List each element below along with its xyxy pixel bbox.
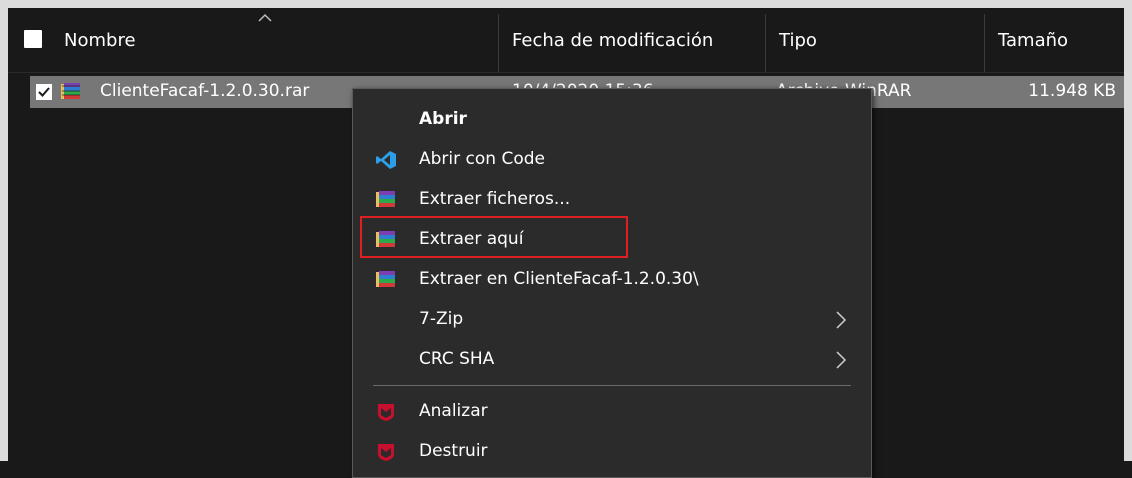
menu-item-label: Abrir — [419, 109, 467, 129]
file-name[interactable]: ClienteFacaf-1.2.0.30.rar — [100, 81, 309, 101]
vscode-icon — [376, 151, 396, 169]
window-frame-top — [0, 0, 1132, 8]
sort-ascending-icon — [258, 13, 272, 22]
menu-item-extraer-ficheros[interactable]: Extraer ficheros... — [353, 179, 871, 219]
menu-item-abrir-con-code[interactable]: Abrir con Code — [353, 139, 871, 179]
menu-separator — [373, 385, 851, 386]
mcafee-shield-icon — [378, 404, 394, 421]
menu-item-abrir[interactable]: Abrir — [353, 99, 871, 139]
window-frame-left — [0, 0, 8, 461]
chevron-right-icon — [836, 311, 847, 329]
menu-item-label: Abrir con Code — [419, 149, 545, 169]
highlight-annotation-box — [360, 216, 628, 258]
column-divider[interactable] — [498, 14, 499, 72]
menu-item-crc-sha[interactable]: CRC SHA — [353, 339, 871, 379]
menu-item-7zip[interactable]: 7-Zip — [353, 299, 871, 339]
winrar-file-icon — [61, 83, 80, 99]
menu-item-extraer-en[interactable]: Extraer en ClienteFacaf-1.2.0.30\ — [353, 259, 871, 299]
menu-item-label: Destruir — [419, 441, 488, 461]
column-modified[interactable]: Fecha de modificación — [512, 8, 713, 72]
column-size[interactable]: Tamaño — [998, 8, 1068, 72]
chevron-right-icon — [836, 351, 847, 369]
column-type[interactable]: Tipo — [779, 8, 817, 72]
row-checkbox[interactable] — [36, 84, 52, 100]
menu-item-label: Extraer en ClienteFacaf-1.2.0.30\ — [419, 269, 699, 289]
winrar-icon — [376, 191, 395, 207]
column-divider[interactable] — [984, 14, 985, 72]
file-size: 11.948 KB — [1028, 81, 1116, 101]
window-frame-right — [1124, 0, 1132, 461]
menu-item-label: CRC SHA — [419, 349, 495, 369]
checkmark-icon — [38, 87, 50, 97]
column-name[interactable]: Nombre — [64, 8, 136, 72]
menu-item-analizar[interactable]: Analizar — [353, 391, 871, 431]
context-menu: Abrir Abrir con Code Extraer ficheros...… — [352, 88, 872, 478]
menu-item-label: 7-Zip — [419, 309, 464, 329]
select-all-checkbox[interactable] — [24, 30, 42, 48]
menu-item-label: Analizar — [419, 401, 488, 421]
column-divider[interactable] — [765, 14, 766, 72]
menu-item-destruir[interactable]: Destruir — [353, 431, 871, 471]
mcafee-shield-icon — [378, 444, 394, 461]
column-header: Nombre Fecha de modificación Tipo Tamaño — [8, 8, 1124, 73]
winrar-icon — [376, 271, 395, 287]
menu-item-label: Extraer ficheros... — [419, 189, 571, 209]
